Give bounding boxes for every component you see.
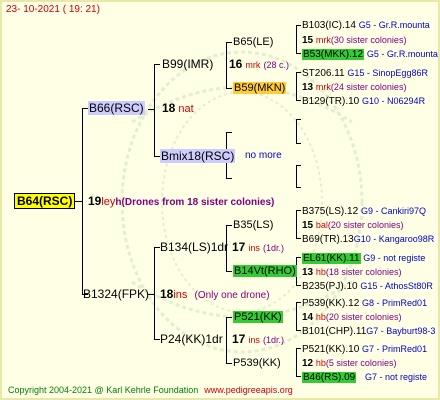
connector — [296, 302, 297, 330]
sire-info: 18ins (Only one drone) — [160, 287, 270, 301]
dam-dam-queen[interactable]: B99(IMR) — [162, 57, 213, 71]
sire-queen[interactable]: B1324(FPK) — [83, 287, 149, 301]
connector — [226, 178, 232, 179]
g5-row[interactable]: B375(LS).12 G9 - Cankiri97Q — [302, 204, 426, 219]
sire-sire-info: 17 ins (1dr.) — [232, 332, 285, 346]
g4-queen[interactable]: B59(MKN) — [233, 81, 287, 95]
g5-sister-row: 13 mrk(24 sister colonies) — [302, 82, 407, 93]
dam-queen[interactable]: B66(RSC) — [88, 101, 145, 115]
g5-row[interactable]: ST206.11 G15 - SinopEgg86R — [302, 66, 428, 81]
connector — [296, 25, 301, 26]
connector — [296, 257, 301, 258]
g5-row[interactable]: B69(TR).13G10 - Kangaroo98R — [302, 232, 434, 247]
connector — [154, 64, 160, 65]
pedigree-chart: 23- 10-2021 ( 19: 21) B64(RSC) 19leyh(Dr… — [0, 0, 440, 400]
connector — [296, 143, 301, 144]
connector — [296, 376, 301, 377]
g5-row[interactable]: B46(RS).09 G7 - not registe — [302, 370, 427, 385]
g5-row[interactable]: B53(MKK).12 G5 - Gr.R.mounta — [302, 47, 438, 62]
dam-sire-note: no more — [245, 150, 282, 161]
root-queen[interactable]: B64(RSC) — [14, 193, 76, 209]
connector — [296, 238, 301, 239]
connector — [226, 42, 232, 43]
connector — [296, 53, 301, 54]
connector — [296, 348, 297, 376]
connector — [148, 109, 154, 110]
g5-row[interactable]: B129(TR).10 G10 - N06294R — [302, 94, 425, 109]
connector — [226, 132, 232, 133]
g5-row[interactable]: B103(IC).14 G5 - Gr.R.mounta — [302, 18, 430, 33]
connector — [296, 210, 297, 238]
connector — [226, 225, 232, 226]
connector — [226, 317, 227, 363]
dam-sire-queen[interactable]: Bmix18(RSC) — [160, 149, 236, 163]
connector — [296, 285, 301, 286]
root-info: 19leyh(Drones from 18 sister colonies) — [88, 194, 275, 208]
g4-queen[interactable]: P539(KK) — [233, 356, 281, 370]
g5-sister-row: 15 mrk(30 sister colonies) — [302, 35, 407, 46]
connector — [296, 330, 301, 331]
connector — [296, 72, 301, 73]
dam-dam-info: 16 mrk (28 c.) — [229, 57, 289, 71]
connector — [296, 302, 301, 303]
connector — [296, 348, 301, 349]
connector — [296, 25, 297, 53]
sire-sire-queen[interactable]: P24(KK)1dr — [160, 332, 223, 346]
g5-row[interactable]: EL61(KK).11 G9 - not registe — [302, 251, 425, 266]
g5-sister-row: 12 hb(5 sister colonies) — [302, 358, 397, 369]
footer-copyright: Copyright 2004-2021 @ Karl Kehrle Founda… — [8, 385, 293, 395]
g5-sister-row: 13 hb(18 sister colonies) — [302, 267, 402, 278]
sire-dam-info: 17 ins (1dr.) — [232, 240, 285, 254]
g4-queen[interactable]: B14Vt(RHO) — [233, 264, 297, 278]
g5-row[interactable]: B235(PJ).10 G15 - AthosSt80R — [302, 279, 433, 294]
connector — [296, 165, 297, 187]
dam-info: 18 nat — [162, 101, 194, 115]
connector — [154, 247, 155, 339]
connector — [296, 72, 297, 100]
connector — [296, 119, 301, 120]
connector — [296, 165, 301, 166]
g4-queen[interactable]: P521(KK) — [233, 310, 283, 324]
g5-sister-row: 14 hb(20 sister colonies) — [302, 312, 402, 323]
connector — [226, 317, 232, 318]
g5-row[interactable]: P539(KK).12 G8 - PrimRed01 — [302, 296, 427, 311]
g5-sister-row: 15 bal(20 sister colonies) — [302, 220, 404, 231]
connector — [82, 108, 83, 294]
connector — [296, 119, 297, 143]
sire-dam-queen[interactable]: B134(LS)1dr — [160, 240, 228, 254]
connector — [226, 271, 232, 272]
footer-site-link[interactable]: www.pedigreeapis.org — [204, 385, 293, 395]
connector — [226, 88, 232, 89]
g4-queen[interactable]: B35(LS) — [233, 218, 273, 232]
connector — [296, 187, 301, 188]
g5-row[interactable]: P521(KK).10 G7 - PrimRed01 — [302, 342, 427, 357]
g5-row[interactable]: B101(CHP).11G7 - Bayburt98-3 — [302, 324, 435, 339]
date-stamp: 23- 10-2021 ( 19: 21) — [6, 4, 100, 15]
connector — [226, 363, 232, 364]
connector — [296, 210, 301, 211]
connector — [296, 100, 301, 101]
connector — [154, 64, 155, 156]
g4-queen[interactable]: B65(LE) — [233, 35, 273, 49]
connector — [226, 42, 227, 88]
